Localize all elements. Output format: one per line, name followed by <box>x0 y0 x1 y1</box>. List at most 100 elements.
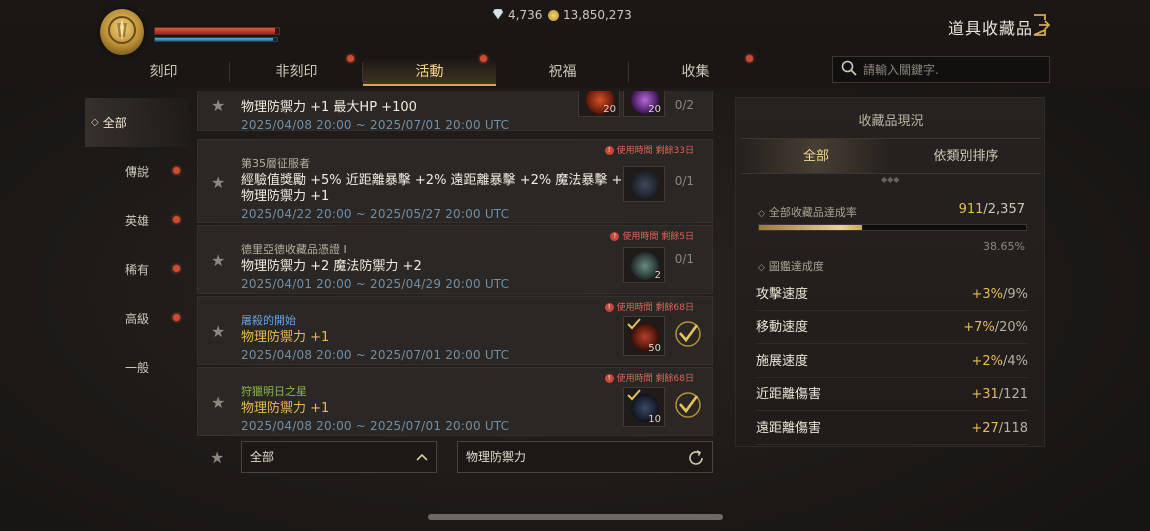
stat-current: +27 <box>971 421 999 436</box>
stat-value: +2%/4% <box>971 345 1028 378</box>
list-item[interactable]: ★ 物理防禦力 +1 最大HP +100 2025/04/08 20:00 ~ … <box>197 91 713 132</box>
favorite-star-icon[interactable]: ★ <box>211 393 225 412</box>
grade-filter-dropdown[interactable]: 全部 <box>241 441 437 473</box>
sidebar-item-label: 高級 <box>124 312 149 326</box>
notification-dot <box>746 55 753 62</box>
stat-label: 施展速度 <box>756 354 809 369</box>
collection-stat: 物理防禦力 +1 最大HP +100 <box>241 100 417 115</box>
stat-row: 攻擊速度 +3%/9% <box>756 278 1028 311</box>
filter-bar: ★ 全部 物理防禦力 <box>197 440 713 475</box>
collection-date: 2025/04/08 20:00 ~ 2025/07/01 20:00 UTC <box>241 118 510 132</box>
panel-title: 收藏品現況 <box>858 114 924 129</box>
item-slot[interactable]: 10 <box>623 387 665 427</box>
sidebar-item-all[interactable]: ◇ 全部 <box>85 98 189 147</box>
slot-count: 20 <box>603 104 616 115</box>
chevron-up-icon <box>416 453 428 461</box>
collection-list[interactable]: ★ 物理防禦力 +1 最大HP +100 2025/04/08 20:00 ~ … <box>197 91 713 436</box>
overall-progress-bar <box>758 224 1027 231</box>
favorite-star-icon[interactable]: ★ <box>211 322 225 341</box>
stat-row: 近距離傷害 +31/121 <box>756 378 1028 411</box>
sidebar-item-legendary[interactable]: 傳說 <box>85 147 189 196</box>
item-slot[interactable] <box>623 166 665 202</box>
item-slot[interactable]: 2 <box>623 247 665 283</box>
collection-stat: 物理防禦力 +1 <box>241 401 330 416</box>
overall-rate-text: 全部收藏品達成率 <box>768 206 857 219</box>
hp-bar <box>154 27 280 35</box>
stat-filter-field[interactable]: 物理防禦力 <box>457 441 713 473</box>
item-slot[interactable]: 20 <box>578 91 620 117</box>
sidebar-item-rare[interactable]: 稀有 <box>85 245 189 294</box>
stat-max: /121 <box>998 387 1028 402</box>
favorite-star-icon[interactable]: ★ <box>211 251 225 270</box>
tab-label: 刻印 <box>149 64 178 80</box>
search-input[interactable] <box>863 62 1043 77</box>
grade-sidebar: ◇ 全部 傳說 英雄 稀有 高級 一般 <box>85 98 189 498</box>
list-item[interactable]: ★ 屠殺的開始 物理防禦力 +1 2025/04/08 20:00 ~ 2025… <box>197 296 713 365</box>
tab-label: 活動 <box>415 64 444 80</box>
tab-non-engraved[interactable]: 非刻印 <box>230 55 363 86</box>
panel-tab-by-category[interactable]: 依類別排序 <box>891 139 1041 173</box>
warning-icon: ! <box>604 146 614 155</box>
stat-max: /118 <box>998 421 1028 436</box>
check-icon <box>627 318 641 330</box>
refresh-icon[interactable] <box>687 449 705 467</box>
collection-progress: 0/1 <box>674 252 694 266</box>
diamond-icon <box>492 8 504 22</box>
tab-event[interactable]: 活動 <box>363 55 496 86</box>
list-item[interactable]: ★ 狩獵明日之星 物理防禦力 +1 2025/04/08 20:00 ~ 202… <box>197 367 713 436</box>
panel-tab-all[interactable]: 全部 <box>741 139 891 173</box>
sidebar-item-common[interactable]: 一般 <box>85 343 189 392</box>
collection-status-panel: 收藏品現況 全部 依類別排序 ◆◆◆ ◇ 全部收藏品達成率 911/2,357 3… <box>735 97 1045 447</box>
mp-bar-fill <box>155 38 274 41</box>
list-item[interactable]: ★ 第35層征服者 經驗值獎勵 +5% 近距離暴擊 +2% 遠距離暴擊 +2% … <box>197 139 713 223</box>
slot-count: 20 <box>648 104 661 115</box>
remaining-time: ! 使用時間 剩餘68日 <box>604 300 694 313</box>
page-title: 道具收藏品 <box>948 19 1034 38</box>
gold-counter: 13,850,273 <box>548 8 632 22</box>
tab-label: 收集 <box>681 64 710 80</box>
gold-amount: 13,850,273 <box>563 8 632 22</box>
gem-counter: 4,736 <box>492 8 542 22</box>
sidebar-item-advanced[interactable]: 高級 <box>85 294 189 343</box>
search-box[interactable] <box>832 56 1050 83</box>
item-slot[interactable]: 20 <box>623 91 665 117</box>
favorite-filter-star-icon[interactable]: ★ <box>210 448 224 467</box>
remaining-time: ! 使用時間 剩餘33日 <box>604 143 694 156</box>
sidebar-item-heroic[interactable]: 英雄 <box>85 196 189 245</box>
collection-stat-line1: 經驗值獎勵 +5% 近距離暴擊 +2% 遠距離暴擊 +2% 魔法暴擊 +2% <box>241 173 643 188</box>
stat-max: /9% <box>1002 287 1028 302</box>
panel-tabs: 全部 依類別排序 <box>741 138 1041 174</box>
collection-date: 2025/04/01 20:00 ~ 2025/04/29 20:00 UTC <box>241 277 510 291</box>
sidebar-item-label: 傳說 <box>124 165 149 179</box>
item-slot[interactable]: 50 <box>623 316 665 356</box>
search-icon <box>841 60 857 80</box>
collection-progress: 0/2 <box>674 98 694 112</box>
codex-rate-label: ◇ 圖鑑達成度 <box>758 258 824 274</box>
remaining-time: ! 使用時間 剩餘5日 <box>610 229 694 242</box>
diamond-marker-icon: ◇ <box>91 117 99 128</box>
remaining-time: ! 使用時間 剩餘68日 <box>604 371 694 384</box>
stat-max: /20% <box>994 320 1028 335</box>
tab-blessing[interactable]: 祝福 <box>496 58 629 86</box>
tab-collect[interactable]: 收集 <box>629 55 762 86</box>
notification-dot <box>347 55 354 62</box>
collection-stat: 物理防禦力 +1 <box>241 330 330 345</box>
top-bar: 4,736 13,850,273 道具收藏品 刻印 非刻印 活動 祝福 收集 <box>0 0 1150 88</box>
list-item[interactable]: ★ 德里亞德收藏品憑證 I 物理防禦力 +2 魔法防禦力 +2 2025/04/… <box>197 225 713 294</box>
collection-subtitle: 德里亞德收藏品憑證 I <box>241 243 347 256</box>
hp-bar-fill <box>155 28 276 34</box>
stat-label: 攻擊速度 <box>756 287 809 302</box>
tab-engraved[interactable]: 刻印 <box>97 58 230 86</box>
remaining-time-text: 使用時間 剩餘33日 <box>616 146 694 156</box>
stat-row: 移動速度 +7%/20% <box>756 311 1028 344</box>
exit-icon[interactable] <box>1032 14 1051 36</box>
remaining-time-text: 使用時間 剩餘68日 <box>616 303 694 313</box>
favorite-star-icon[interactable]: ★ <box>211 173 225 192</box>
character-emblem-icon[interactable] <box>100 9 144 55</box>
stat-value: +27/118 <box>971 412 1028 445</box>
gem-amount: 4,736 <box>508 8 543 22</box>
favorite-star-icon[interactable]: ★ <box>211 96 225 115</box>
stat-value: +3%/9% <box>971 278 1028 311</box>
sidebar-item-label: 英雄 <box>124 214 149 228</box>
home-indicator[interactable] <box>428 514 723 520</box>
